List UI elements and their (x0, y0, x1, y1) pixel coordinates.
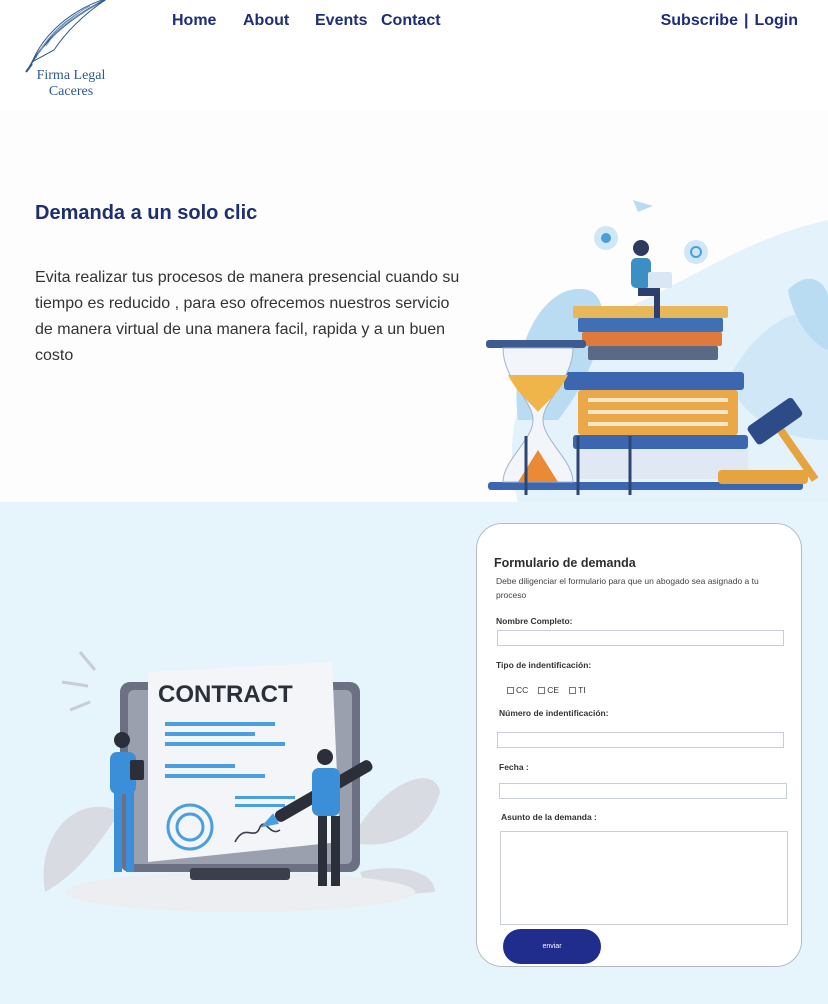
full-name-input[interactable] (497, 630, 784, 646)
date-input[interactable] (499, 783, 787, 799)
login-link[interactable]: Login (754, 12, 798, 30)
full-name-label: Nombre Completo: (496, 616, 573, 626)
logo[interactable]: Firma Legal Caceres (10, 0, 120, 108)
hero-title: Demanda a un solo clic (35, 202, 258, 224)
nav-contact[interactable]: Contact (381, 12, 441, 30)
id-number-label: Número de indentificación: (499, 708, 609, 718)
auth-links: Subscribe | Login (661, 12, 798, 30)
checkbox-icon (538, 686, 546, 694)
site-header: Firma Legal Caceres Home About Events Co… (0, 0, 828, 110)
nav-home[interactable]: Home (172, 12, 216, 30)
form-description: Debe diligenciar el formulario para que … (496, 576, 759, 600)
hero-text: Evita realizar tus procesos de manera pr… (35, 269, 460, 364)
logo-text: Firma Legal Caceres (16, 68, 126, 100)
hero-section: Demanda a un solo clic Evita realizar tu… (0, 110, 828, 502)
id-option-ti[interactable]: TI (569, 685, 586, 695)
logo-line-2: Caceres (48, 84, 94, 99)
subject-textarea[interactable] (500, 831, 788, 925)
form-title: Formulario de demanda (494, 556, 636, 570)
nav-about[interactable]: About (243, 12, 289, 30)
id-option-cc[interactable]: CC (507, 685, 528, 695)
checkbox-icon (507, 686, 514, 694)
id-type-options: CC CE TI (507, 685, 586, 695)
nav-events[interactable]: Events (315, 12, 367, 30)
subject-label: Asunto de la demanda : (501, 812, 597, 822)
contract-illustration: CONTRACT (43, 651, 440, 912)
subscribe-link[interactable]: Subscribe (661, 12, 738, 30)
id-option-label: CE (547, 685, 560, 695)
contract-label: CONTRACT (158, 681, 293, 708)
id-option-ce[interactable]: CE (538, 685, 559, 695)
id-type-label: Tipo de indentificación: (496, 660, 592, 670)
demand-form: Formulario de demanda Debe diligenciar e… (476, 523, 802, 967)
date-label: Fecha : (499, 762, 529, 772)
id-option-label: TI (578, 685, 586, 695)
id-option-label: CC (516, 685, 529, 695)
checkbox-icon (569, 686, 577, 694)
books-hourglass-illustration (486, 200, 828, 502)
quill-icon (25, 0, 106, 73)
demand-section: CONTRACT Formulario de demanda Debe dili… (0, 502, 828, 1004)
submit-button[interactable]: enviar (503, 929, 601, 964)
auth-separator: | (743, 12, 749, 29)
id-number-input[interactable] (497, 732, 784, 748)
logo-line-1: Firma Legal (36, 68, 106, 83)
